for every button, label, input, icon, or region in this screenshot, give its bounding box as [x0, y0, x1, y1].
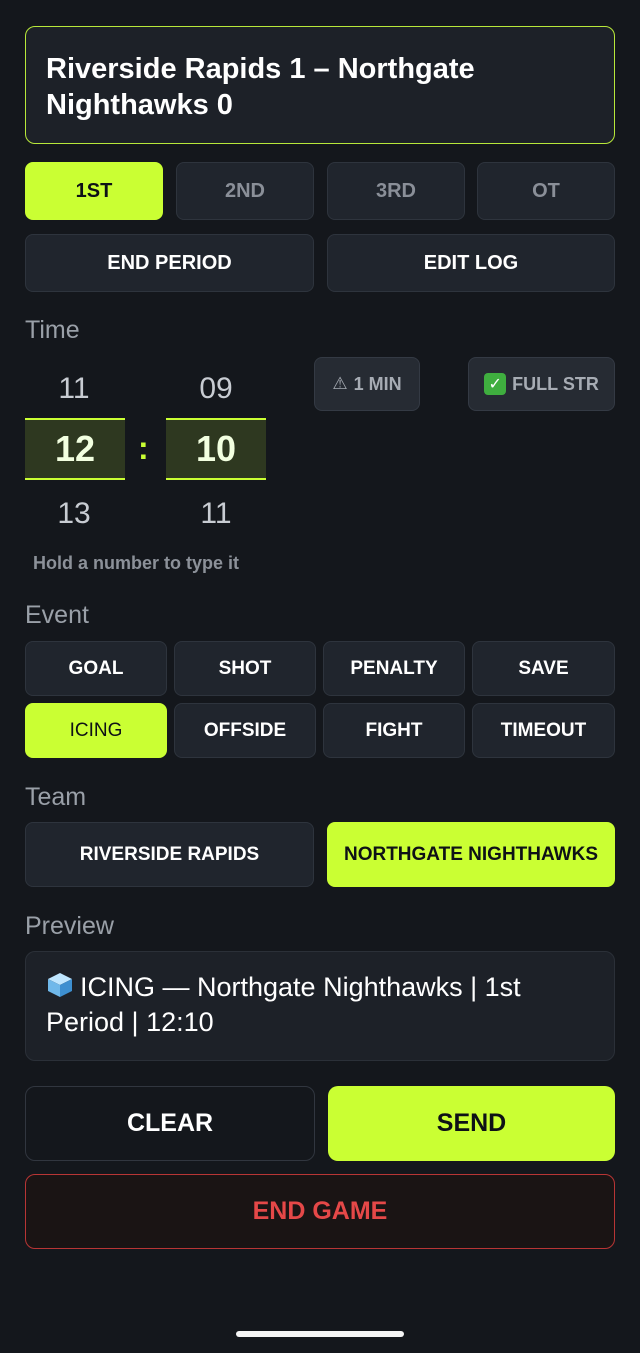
tab-label: OT [532, 179, 560, 202]
tab-period-1st[interactable]: 1ST [25, 162, 163, 220]
team-northgate-button[interactable]: NORTHGATE NIGHTHAWKS [327, 822, 615, 887]
button-label: ICING [69, 719, 123, 741]
tab-period-2nd[interactable]: 2ND [176, 162, 314, 220]
event-icing-button[interactable]: ICING [25, 703, 167, 758]
button-label: SHOT [218, 657, 272, 679]
clear-button[interactable]: CLEAR [25, 1086, 315, 1161]
seconds-prev[interactable]: 09 [166, 372, 266, 406]
send-button[interactable]: SEND [328, 1086, 615, 1161]
event-shot-button[interactable]: SHOT [174, 641, 316, 696]
preview-section-label: Preview [25, 912, 114, 940]
check-box-icon: ✓ [484, 373, 507, 395]
time-separator: : [138, 430, 149, 466]
minutes-next[interactable]: 13 [24, 497, 124, 531]
event-section-label: Event [25, 601, 89, 629]
seconds-next[interactable]: 11 [166, 497, 266, 531]
tab-period-3rd[interactable]: 3RD [327, 162, 465, 220]
button-label: EDIT LOG [423, 251, 519, 274]
button-label: OFFSIDE [203, 719, 287, 741]
end-game-button[interactable]: END GAME [25, 1174, 615, 1249]
event-save-button[interactable]: SAVE [472, 641, 615, 696]
event-fight-button[interactable]: FIGHT [323, 703, 465, 758]
one-minute-warning-chip[interactable]: ⚠ 1 MIN [314, 357, 420, 411]
event-penalty-button[interactable]: PENALTY [323, 641, 465, 696]
tab-period-ot[interactable]: OT [477, 162, 615, 220]
button-label: RIVERSIDE RAPIDS [79, 843, 260, 865]
ice-cube-icon [46, 971, 74, 997]
event-goal-button[interactable]: GOAL [25, 641, 167, 696]
tab-label: 2ND [224, 179, 265, 202]
chip-label: 1 MIN [353, 373, 402, 394]
button-label: END GAME [252, 1197, 388, 1225]
button-label: CLEAR [126, 1109, 214, 1137]
warning-icon: ⚠ [332, 374, 348, 393]
button-label: TIMEOUT [500, 719, 587, 741]
chip-label: FULL STR [512, 373, 599, 394]
edit-log-button[interactable]: EDIT LOG [327, 234, 615, 292]
tab-label: 1ST [75, 179, 113, 202]
scoreboard-title: Riverside Rapids 1 – Northgate Nighthawk… [25, 26, 615, 144]
team-section-label: Team [25, 783, 87, 811]
button-label: SEND [436, 1109, 507, 1137]
tab-label: 3RD [375, 179, 416, 202]
time-section-label: Time [25, 316, 80, 344]
event-timeout-button[interactable]: TIMEOUT [472, 703, 615, 758]
event-offside-button[interactable]: OFFSIDE [174, 703, 316, 758]
button-label: SAVE [518, 657, 569, 679]
full-strength-chip[interactable]: ✓ FULL STR [468, 357, 615, 411]
preview-text: ICING — Northgate Nighthawks | 1st Perio… [46, 972, 521, 1037]
wheel-hint: Hold a number to type it [33, 553, 240, 573]
button-label: FIGHT [365, 719, 423, 741]
team-riverside-button[interactable]: RIVERSIDE RAPIDS [25, 822, 314, 887]
button-label: PENALTY [350, 657, 438, 679]
score-text: Riverside Rapids 1 – Northgate Nighthawk… [46, 53, 475, 121]
button-label: END PERIOD [107, 251, 232, 274]
home-indicator[interactable] [236, 1331, 404, 1337]
button-label: GOAL [68, 657, 124, 679]
minutes-prev[interactable]: 11 [24, 372, 124, 406]
preview-box: ICING — Northgate Nighthawks | 1st Perio… [25, 951, 615, 1061]
seconds-selected[interactable]: 10 [166, 418, 266, 480]
minutes-selected[interactable]: 12 [25, 418, 125, 480]
end-period-button[interactable]: END PERIOD [25, 234, 314, 292]
button-label: NORTHGATE NIGHTHAWKS [343, 843, 599, 865]
